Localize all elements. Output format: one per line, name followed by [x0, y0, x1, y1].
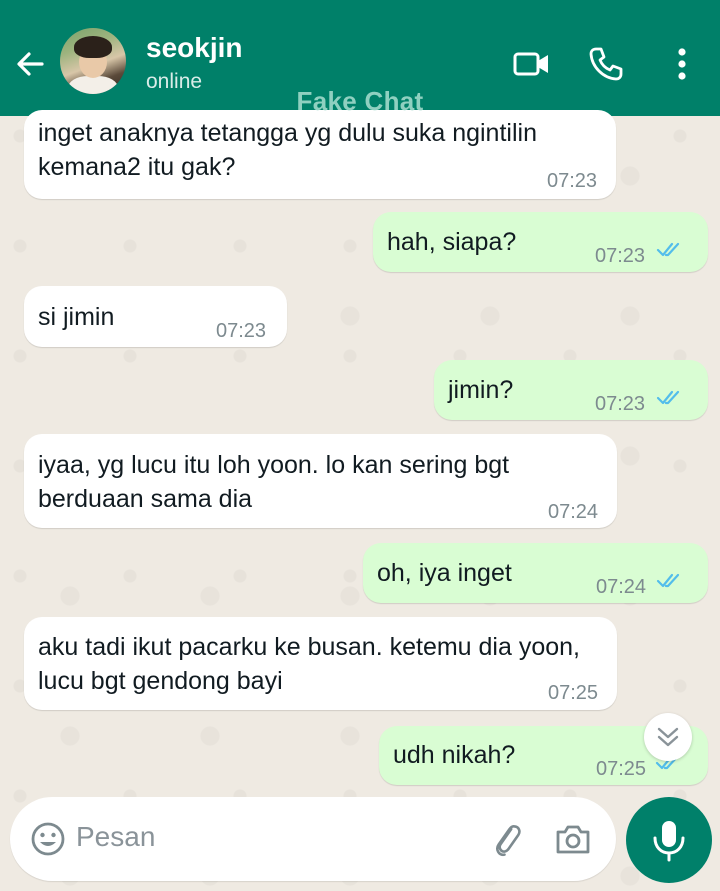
- read-ticks-icon: [656, 242, 680, 257]
- double-chevron-down-icon: [657, 727, 679, 747]
- message-time: 07:23: [547, 170, 598, 192]
- message-time: 07:23: [595, 393, 646, 415]
- message-bubble-outgoing[interactable]: hah, siapa? 07:23: [373, 212, 708, 272]
- more-vertical-icon[interactable]: [660, 42, 704, 86]
- message-time: 07:23: [216, 320, 267, 342]
- watermark: Fake Chat: [296, 86, 424, 116]
- message-text: jimin?: [448, 376, 514, 404]
- paperclip-icon[interactable]: [487, 820, 527, 860]
- message-bubble-outgoing[interactable]: jimin? 07:23: [434, 360, 708, 420]
- message-bubble-incoming[interactable]: iyaa, yg lucu itu loh yoon. lo kan serin…: [24, 434, 617, 528]
- message-text: kemana2 itu gak?: [38, 153, 236, 181]
- message-input[interactable]: Pesan: [76, 821, 155, 853]
- contact-name[interactable]: seokjin: [146, 32, 242, 64]
- camera-icon[interactable]: [553, 819, 593, 859]
- message-text: oh, iya inget: [377, 559, 512, 587]
- message-text: inget anaknya tetangga yg dulu suka ngin…: [38, 119, 537, 147]
- message-time: 07:25: [596, 758, 647, 780]
- message-text: hah, siapa?: [387, 228, 517, 256]
- read-ticks-icon: [656, 573, 680, 588]
- message-time: 07:23: [595, 245, 646, 267]
- video-camera-icon[interactable]: [510, 42, 554, 86]
- message-bubble-incoming[interactable]: aku tadi ikut pacarku ke busan. ketemu d…: [24, 617, 617, 710]
- phone-icon[interactable]: [584, 42, 628, 86]
- message-text: berduaan sama dia: [38, 485, 253, 513]
- message-text: udh nikah?: [393, 741, 516, 769]
- arrow-left-icon[interactable]: [12, 46, 48, 82]
- message-bubble-incoming[interactable]: si jimin 07:23: [24, 286, 287, 347]
- message-time: 07:24: [548, 501, 599, 523]
- message-text: iyaa, yg lucu itu loh yoon. lo kan serin…: [38, 451, 510, 479]
- scroll-to-bottom-button[interactable]: [644, 713, 692, 761]
- message-text: si jimin: [38, 303, 115, 331]
- message-time: 07:24: [596, 576, 647, 598]
- mic-button[interactable]: [626, 797, 712, 883]
- emoji-icon[interactable]: [28, 819, 68, 859]
- message-time: 07:25: [548, 682, 599, 704]
- read-ticks-icon: [656, 390, 680, 405]
- message-bubble-outgoing[interactable]: oh, iya inget 07:24: [363, 543, 708, 603]
- microphone-icon: [653, 821, 685, 862]
- message-text: aku tadi ikut pacarku ke busan. ketemu d…: [38, 633, 580, 661]
- message-composer: Pesan: [10, 797, 616, 881]
- avatar[interactable]: [60, 28, 126, 94]
- message-bubble-incoming[interactable]: inget anaknya tetangga yg dulu suka ngin…: [24, 110, 616, 199]
- message-text: lucu bgt gendong bayi: [38, 667, 283, 695]
